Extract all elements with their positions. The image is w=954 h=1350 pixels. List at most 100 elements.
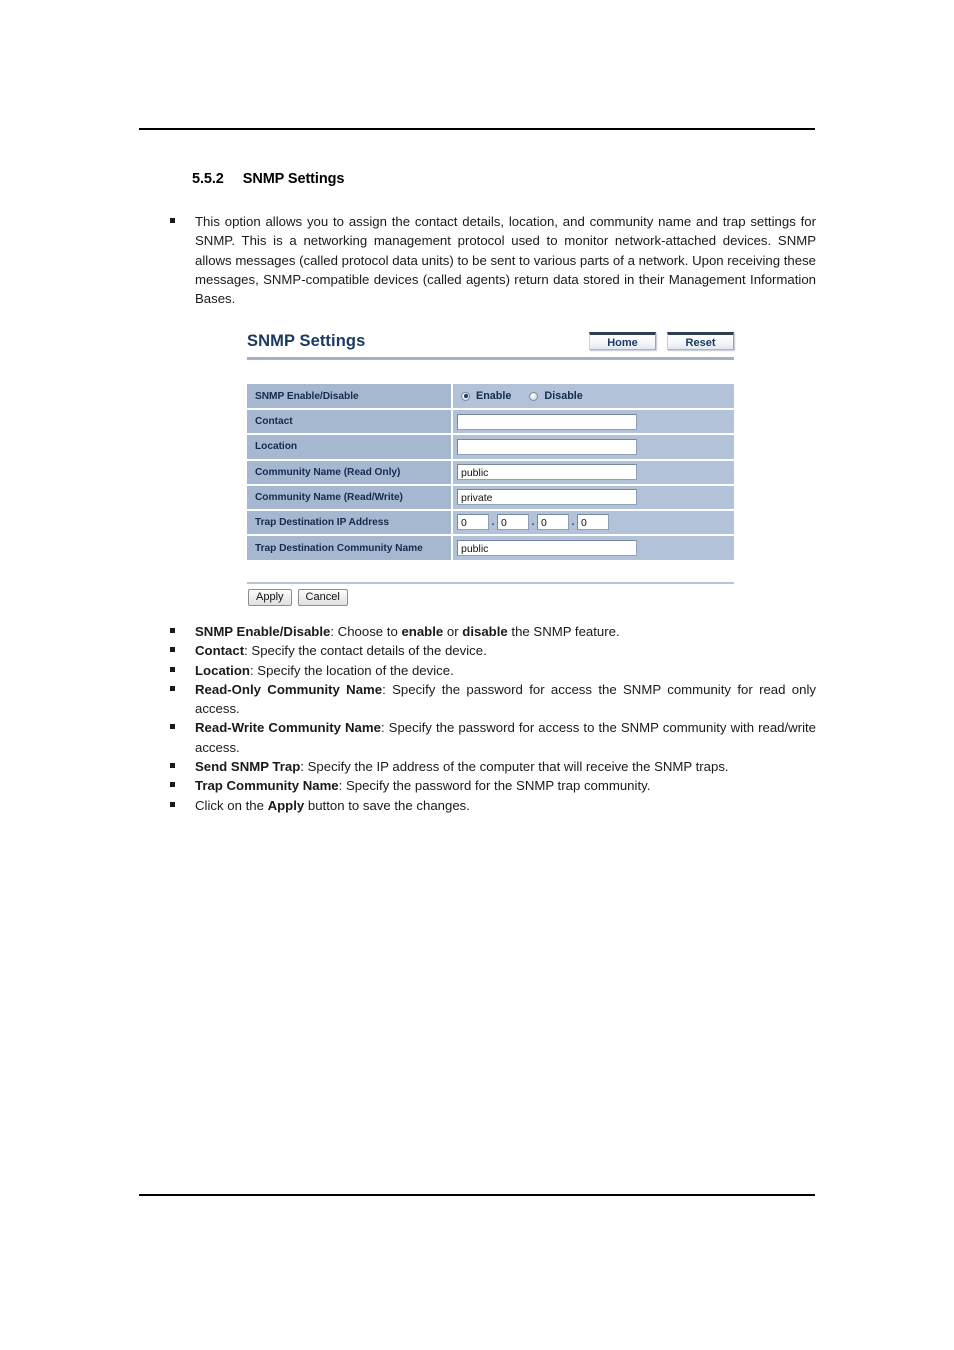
square-bullet-icon: [170, 628, 175, 633]
table-row: SNMP Enable/Disable Enable Disable: [247, 384, 734, 411]
list-item: Send SNMP Trap: Specify the IP address o…: [168, 757, 816, 776]
community-read-only-input[interactable]: public: [457, 463, 637, 480]
row-value-community-read-write: private: [452, 484, 734, 511]
ui-page-title: SNMP Settings: [247, 332, 366, 350]
desc-body-tail: the SNMP feature.: [507, 624, 620, 639]
row-label-contact: Contact: [247, 409, 453, 436]
ui-actions-divider: [247, 582, 734, 584]
table-row: Location: [247, 434, 734, 461]
desc-term: Apply: [267, 797, 305, 813]
table-row: Trap Destination Community Name public: [247, 535, 734, 561]
desc-read-only-community: Read-Only Community Name: Specify the pa…: [195, 680, 816, 719]
contact-input[interactable]: [457, 413, 637, 430]
desc-emphasis-disable: disable: [462, 624, 508, 639]
location-input[interactable]: [457, 438, 637, 455]
desc-snmp-enable: SNMP Enable/Disable: Choose to enable or…: [195, 622, 816, 641]
radio-selected-icon[interactable]: [461, 391, 470, 401]
square-bullet-icon: [170, 782, 175, 788]
apply-button[interactable]: Apply: [248, 589, 292, 606]
trap-ip-octet-1[interactable]: 0: [457, 514, 489, 531]
desc-location: Location: Specify the location of the de…: [195, 661, 816, 680]
desc-body: : Specify the password for the SNMP trap…: [338, 778, 651, 794]
desc-body: : Choose to: [330, 624, 402, 639]
desc-send-snmp-trap: Send SNMP Trap: Specify the IP address o…: [195, 757, 816, 776]
ui-title-divider: [247, 357, 734, 360]
list-item: Location: Specify the location of the de…: [168, 661, 816, 680]
trap-ip-octet-3[interactable]: 0: [537, 514, 569, 531]
list-item: Trap Community Name: Specify the passwor…: [168, 776, 816, 795]
reset-button[interactable]: Reset: [667, 332, 734, 350]
desc-contact: Contact: Specify the contact details of …: [195, 641, 816, 660]
desc-term: Read-Only Community Name: [195, 681, 383, 697]
trap-ip-octet-4[interactable]: 0: [577, 514, 609, 531]
desc-term: Read-Write Community Name: [195, 720, 381, 736]
table-row: Trap Destination IP Address 0.0.0.0: [247, 509, 734, 537]
cancel-button[interactable]: Cancel: [297, 589, 348, 606]
home-button[interactable]: Home: [589, 332, 656, 350]
desc-emphasis-enable: enable: [401, 624, 444, 639]
intro-paragraph-block: This option allows you to assign the con…: [168, 212, 816, 308]
square-bullet-icon: [170, 724, 175, 730]
row-label-community-read-write: Community Name (Read/Write): [247, 484, 453, 511]
ui-header: SNMP Settings Home Reset: [247, 330, 734, 360]
list-item: Read-Only Community Name: Specify the pa…: [168, 680, 816, 719]
table-row: Community Name (Read/Write) private: [247, 484, 734, 511]
desc-prefix: Click on the: [195, 797, 268, 813]
desc-term: Send SNMP Trap: [195, 759, 301, 775]
desc-term: Contact: [195, 643, 245, 659]
intro-bullet-item: This option allows you to assign the con…: [168, 212, 816, 308]
trap-ip-octet-2[interactable]: 0: [497, 514, 529, 531]
radio-label-enable: Enable: [476, 390, 512, 403]
square-bullet-icon: [170, 685, 175, 691]
row-label-location: Location: [247, 434, 453, 461]
row-label-snmp-enable: SNMP Enable/Disable: [247, 384, 453, 411]
desc-term: Trap Community Name: [195, 778, 339, 794]
ip-separator: .: [571, 516, 575, 528]
square-bullet-icon: [170, 218, 175, 223]
snmp-settings-screenshot: SNMP Settings Home Reset SNMP Enable/Dis…: [247, 330, 734, 606]
table-row: Community Name (Read Only) public: [247, 459, 734, 486]
page-header-rule: [139, 128, 815, 130]
intro-paragraph-text: This option allows you to assign the con…: [195, 214, 816, 307]
row-label-trap-community: Trap Destination Community Name: [247, 535, 453, 561]
square-bullet-icon: [170, 763, 175, 769]
row-value-contact: [452, 409, 734, 436]
row-label-community-read-only: Community Name (Read Only): [247, 459, 453, 486]
page-title: 5.5.2 SNMP Settings: [192, 171, 344, 187]
desc-term: Location: [195, 662, 250, 678]
row-value-trap-ip: 0.0.0.0: [452, 509, 734, 537]
row-value-snmp-enable: Enable Disable: [452, 384, 734, 411]
community-read-write-input[interactable]: private: [457, 489, 637, 506]
radio-label-disable: Disable: [544, 390, 583, 403]
list-item: SNMP Enable/Disable: Choose to enable or…: [168, 622, 816, 641]
ui-header-buttons: Home Reset: [589, 332, 734, 350]
page-footer-rule: [139, 1194, 815, 1196]
row-value-community-read-only: public: [452, 459, 734, 486]
desc-read-write-community: Read-Write Community Name: Specify the p…: [195, 718, 816, 757]
list-item: Contact: Specify the contact details of …: [168, 641, 816, 660]
square-bullet-icon: [170, 647, 175, 653]
desc-body: : Specify the contact details of the dev…: [244, 643, 487, 659]
ui-action-buttons: Apply Cancel: [248, 589, 348, 606]
ip-separator: .: [491, 516, 495, 528]
desc-body: button to save the changes.: [304, 797, 470, 813]
radio-option-disable[interactable]: Disable: [529, 390, 583, 403]
list-item: Click on the Apply button to save the ch…: [168, 796, 816, 815]
desc-apply-instruction: Click on the Apply button to save the ch…: [195, 796, 816, 815]
square-bullet-icon: [170, 801, 175, 807]
row-value-trap-community: public: [452, 535, 734, 561]
desc-body: : Specify the IP address of the computer…: [300, 759, 729, 775]
table-row: Contact: [247, 409, 734, 436]
radio-unselected-icon[interactable]: [529, 391, 539, 401]
row-value-location: [452, 434, 734, 461]
trap-community-input[interactable]: public: [457, 539, 637, 556]
snmp-enable-radio-group[interactable]: Enable Disable: [457, 390, 734, 402]
ip-separator: .: [531, 516, 535, 528]
list-item: Read-Write Community Name: Specify the p…: [168, 718, 816, 757]
section-title: SNMP Settings: [242, 171, 345, 187]
radio-option-enable[interactable]: Enable: [461, 390, 511, 402]
desc-term: SNMP Enable/Disable: [195, 624, 331, 639]
section-number: 5.5.2: [192, 171, 224, 187]
snmp-settings-table: SNMP Enable/Disable Enable Disable Conta…: [247, 384, 734, 561]
field-description-list: SNMP Enable/Disable: Choose to enable or…: [168, 622, 816, 815]
